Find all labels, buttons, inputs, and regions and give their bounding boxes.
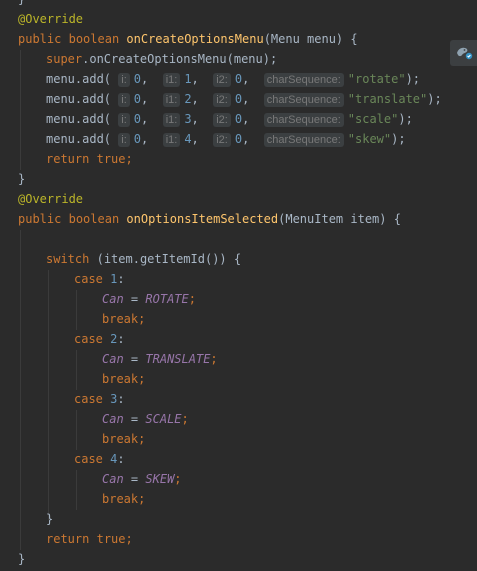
code-line: switch (item.getItemId()) { [46, 252, 242, 266]
code-line: menu.add( i: 0, i1: 2, i2: 0, charSequence:… [46, 92, 442, 107]
param-hint: charSequence: [263, 73, 344, 87]
plugin-assistant-icon [455, 44, 473, 63]
param-hint: i1: [162, 113, 181, 127]
code-line: menu.add( i: 0, i1: 4, i2: 0, charSequence:… [46, 132, 406, 147]
indent-guide [20, 230, 21, 550]
code-line: break; [102, 492, 146, 506]
code-line: menu.add( i: 0, i1: 1, i2: 0, charSequence:… [46, 72, 421, 87]
param-hint: i2: [213, 133, 231, 147]
indent-guide [48, 270, 49, 520]
code-line: @Override [18, 189, 83, 209]
code-line: break; [102, 432, 146, 446]
method-name: onOptionsItemSelected [126, 212, 279, 226]
param-hint: i: [118, 113, 130, 127]
param-hint: i: [118, 93, 130, 107]
code-line: break; [102, 372, 146, 386]
method-name: onCreateOptionsMenu [126, 32, 264, 46]
code-line: Can = SKEW; [102, 472, 182, 486]
code-line: public boolean onOptionsItemSelected(Men… [18, 212, 401, 226]
param-hint: i1: [162, 93, 181, 107]
code-line: } [18, 0, 25, 9]
param-hint: i: [118, 133, 130, 147]
code-line: } [46, 512, 54, 526]
plugin-assistant-button[interactable] [450, 40, 477, 66]
code-line: case 3: [74, 392, 125, 406]
indent-guide [20, 50, 21, 170]
code-line: Can = SCALE; [102, 412, 189, 426]
param-hint: i2: [213, 93, 231, 107]
param-hint: i1: [162, 133, 181, 147]
indent-guide [76, 350, 77, 390]
indent-guide [76, 470, 77, 510]
code-line: @Override [18, 9, 83, 29]
code-line: case 1: [74, 272, 125, 286]
code-line: Can = TRANSLATE; [102, 352, 218, 366]
param-hint: charSequence: [263, 133, 344, 147]
code-editor[interactable]: } @Override public boolean onCreateOptio… [0, 0, 477, 571]
param-hint: i: [118, 73, 130, 87]
code-line: case 2: [74, 332, 125, 346]
code-line: break; [102, 312, 146, 326]
param-hint: i2: [213, 113, 231, 127]
code-line: } [18, 172, 26, 186]
code-line: public boolean onCreateOptionsMenu(Menu … [18, 32, 358, 46]
code-line: super.onCreateOptionsMenu(menu); [46, 52, 278, 66]
param-hint: i1: [162, 73, 181, 87]
annotation: @Override [18, 192, 84, 206]
param-hint: charSequence: [263, 93, 344, 107]
code-line: menu.add( i: 0, i1: 3, i2: 0, charSequence:… [46, 112, 413, 127]
code-line: case 4: [74, 452, 125, 466]
indent-guide [76, 290, 77, 330]
param-hint: i2: [213, 73, 231, 87]
code-line: } [18, 552, 26, 566]
code-line: return true; [46, 532, 133, 546]
param-hint: charSequence: [263, 113, 344, 127]
code-line: Can = ROTATE; [102, 292, 196, 306]
indent-guide [76, 410, 77, 450]
code-line: return true; [46, 152, 133, 166]
annotation: @Override [18, 12, 84, 26]
